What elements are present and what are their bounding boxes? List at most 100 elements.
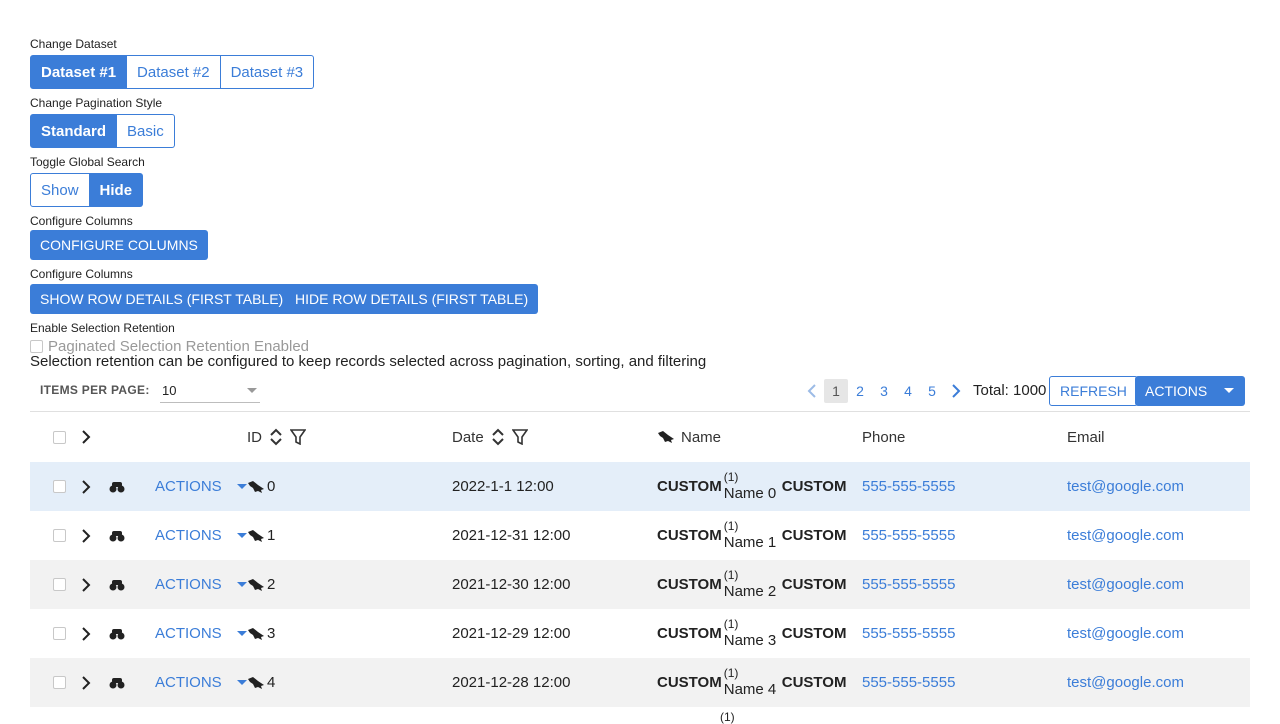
table-row[interactable]: ACTIONS 3 2021-12-29 12:00 CUSTOM (1) Na… <box>30 609 1250 658</box>
row-name-superscript: (1) <box>723 470 739 484</box>
row-actions-dropdown[interactable]: ACTIONS <box>155 609 248 658</box>
row-checkbox[interactable] <box>53 578 66 591</box>
binoculars-icon[interactable] <box>109 481 125 493</box>
row-actions-dropdown[interactable]: ACTIONS <box>155 658 248 707</box>
caret-down-icon <box>1223 387 1235 395</box>
row-name: Name 0 <box>723 485 777 502</box>
configure-columns-button[interactable]: CONFIGURE COLUMNS <box>30 230 208 260</box>
row-custom-left: CUSTOM <box>657 527 722 544</box>
row-name-superscript: (1) <box>723 666 739 680</box>
expand-row-chevron-icon[interactable] <box>81 675 91 690</box>
filter-icon[interactable] <box>511 429 528 445</box>
next-page-icon[interactable] <box>944 379 968 403</box>
date-column-header[interactable]: Date <box>452 429 484 446</box>
row-checkbox[interactable] <box>53 529 66 542</box>
partial-row-superscript: (1) <box>720 710 735 724</box>
filter-icon[interactable] <box>290 429 306 445</box>
id-column-header[interactable]: ID <box>247 429 262 446</box>
page-4-button[interactable]: 4 <box>896 379 920 403</box>
table-row[interactable]: ACTIONS 0 2022-1-1 12:00 CUSTOM (1) Name… <box>30 462 1250 511</box>
data-table: ID Date Name Phone Email ACTIONS 0 2022-… <box>30 411 1250 707</box>
row-email-link[interactable]: test@google.com <box>1067 674 1184 691</box>
toolbar-actions-label: ACTIONS <box>1145 383 1208 399</box>
row-name: Name 4 <box>723 681 777 698</box>
row-date: 2022-1-1 12:00 <box>452 478 554 495</box>
table-row[interactable]: ACTIONS 1 2021-12-31 12:00 CUSTOM (1) Na… <box>30 511 1250 560</box>
pagination: 1 2 3 4 5 <box>800 379 968 403</box>
page-2-button[interactable]: 2 <box>848 379 872 403</box>
table-row[interactable]: ACTIONS 4 2021-12-28 12:00 CUSTOM (1) Na… <box>30 658 1250 707</box>
row-email-link[interactable]: test@google.com <box>1067 527 1184 544</box>
row-name-superscript: (1) <box>723 568 739 582</box>
row-date: 2021-12-29 12:00 <box>452 625 571 642</box>
page-3-button[interactable]: 3 <box>872 379 896 403</box>
select-all-checkbox[interactable] <box>53 430 66 444</box>
row-actions-dropdown[interactable]: ACTIONS <box>155 511 248 560</box>
page-5-button[interactable]: 5 <box>920 379 944 403</box>
row-email-link[interactable]: test@google.com <box>1067 576 1184 593</box>
items-per-page-select[interactable]: 10 <box>160 379 260 403</box>
row-name: Name 1 <box>723 534 777 551</box>
expand-row-chevron-icon[interactable] <box>81 479 91 494</box>
row-name-block: (1) Name 1 <box>722 511 780 560</box>
expand-all-chevron-icon[interactable] <box>81 430 91 444</box>
row-actions-dropdown[interactable]: ACTIONS <box>155 560 248 609</box>
caret-down-icon <box>236 679 248 687</box>
sort-icon[interactable] <box>270 428 282 446</box>
row-email-link[interactable]: test@google.com <box>1067 625 1184 642</box>
selection-retention-label: Enable Selection Retention <box>30 321 175 335</box>
animal-icon <box>657 430 675 444</box>
binoculars-icon[interactable] <box>109 677 125 689</box>
dataset-2-button[interactable]: Dataset #2 <box>127 55 221 89</box>
table-body: ACTIONS 0 2022-1-1 12:00 CUSTOM (1) Name… <box>30 462 1250 707</box>
refresh-button[interactable]: REFRESH <box>1049 376 1138 406</box>
row-phone-link[interactable]: 555-555-5555 <box>862 576 955 593</box>
dataset-section-label: Change Dataset <box>30 37 117 51</box>
row-checkbox[interactable] <box>53 676 66 689</box>
expand-row-chevron-icon[interactable] <box>81 577 91 592</box>
animal-icon <box>247 529 265 543</box>
row-phone-link[interactable]: 555-555-5555 <box>862 674 955 691</box>
row-custom-left: CUSTOM <box>657 625 722 642</box>
binoculars-icon[interactable] <box>109 579 125 591</box>
row-actions-dropdown[interactable]: ACTIONS <box>155 462 248 511</box>
basic-pagination-button[interactable]: Basic <box>117 114 175 148</box>
dataset-1-button[interactable]: Dataset #1 <box>30 55 128 89</box>
row-phone-link[interactable]: 555-555-5555 <box>862 625 955 642</box>
dataset-3-button[interactable]: Dataset #3 <box>220 55 315 89</box>
sort-icon[interactable] <box>491 428 504 446</box>
total-count: Total: 1000 <box>973 382 1047 399</box>
expand-row-chevron-icon[interactable] <box>81 626 91 641</box>
toolbar-actions-button[interactable]: ACTIONS <box>1135 376 1245 406</box>
page-1-button[interactable]: 1 <box>824 379 848 403</box>
dataset-button-group: Dataset #1 Dataset #2 Dataset #3 <box>30 55 315 89</box>
hide-search-button[interactable]: Hide <box>89 173 144 207</box>
show-row-details-button[interactable]: SHOW ROW DETAILS (FIRST TABLE) <box>30 284 294 314</box>
expand-row-chevron-icon[interactable] <box>81 528 91 543</box>
caret-down-icon <box>236 483 248 491</box>
row-id: 1 <box>267 527 276 544</box>
row-id: 2 <box>267 576 276 593</box>
binoculars-icon[interactable] <box>109 530 125 542</box>
row-custom-right: CUSTOM <box>781 674 847 691</box>
caret-down-icon <box>236 630 248 638</box>
row-email-link[interactable]: test@google.com <box>1067 478 1184 495</box>
hide-row-details-button[interactable]: HIDE ROW DETAILS (FIRST TABLE) <box>285 284 539 314</box>
selection-retention-checkbox[interactable] <box>30 340 43 353</box>
row-name-superscript: (1) <box>723 617 739 631</box>
row-phone-link[interactable]: 555-555-5555 <box>862 527 955 544</box>
prev-page-icon[interactable] <box>800 379 824 403</box>
row-name-block: (1) Name 0 <box>722 462 780 511</box>
row-checkbox[interactable] <box>53 480 66 493</box>
row-phone-link[interactable]: 555-555-5555 <box>862 478 955 495</box>
row-details-label: Configure Columns <box>30 267 133 281</box>
row-name-block: (1) Name 4 <box>722 658 780 707</box>
global-search-button-group: Show Hide <box>30 173 144 207</box>
row-checkbox[interactable] <box>53 627 66 640</box>
row-actions-label: ACTIONS <box>155 527 222 544</box>
show-search-button[interactable]: Show <box>30 173 90 207</box>
binoculars-icon[interactable] <box>109 628 125 640</box>
standard-pagination-button[interactable]: Standard <box>30 114 118 148</box>
table-row[interactable]: ACTIONS 2 2021-12-30 12:00 CUSTOM (1) Na… <box>30 560 1250 609</box>
row-date: 2021-12-31 12:00 <box>452 527 571 544</box>
